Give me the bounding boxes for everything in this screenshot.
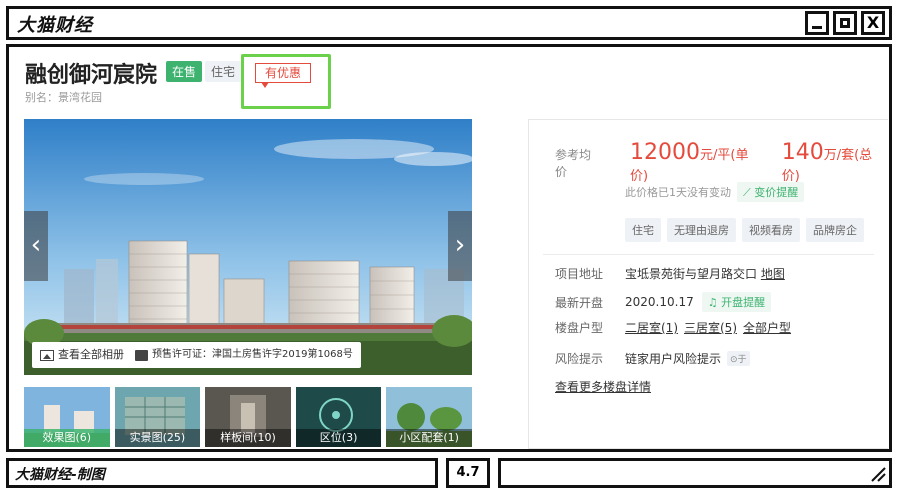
footer-caption: 大猫财经-制图 xyxy=(15,467,105,483)
opening-alert-label: 开盘提醒 xyxy=(721,296,766,309)
price-alert-label: 变价提醒 xyxy=(754,186,799,199)
layout-2br-link[interactable]: 二居室(1) xyxy=(625,319,678,336)
unit-price: 12000 xyxy=(630,140,701,165)
thumb-amenities[interactable]: 小区配套(1) xyxy=(386,387,472,447)
layout-3br-link[interactable]: 三居室(5) xyxy=(684,319,737,336)
trend-icon: ⟋ xyxy=(743,186,755,199)
prev-image-button[interactable]: ‹ xyxy=(24,211,48,281)
minimize-button[interactable] xyxy=(805,11,829,35)
presale-permit-button[interactable]: 预售许可证：津国土房售许字2019第1068号 xyxy=(127,342,361,368)
photo-gallery[interactable]: ‹ › 查看全部相册 预售许可证：津国土房售许字2019第1068号 xyxy=(24,119,472,375)
price-label: 参考均价 xyxy=(555,148,592,179)
address-value: 宝坻景苑街与望月路交口 xyxy=(625,267,758,281)
address-key: 项目地址 xyxy=(555,267,604,281)
content-panel: 融创御河宸院 在售 住宅 有优惠 别名：景湾花园 ‹ › 查看全部相册 预售许可… xyxy=(6,44,892,452)
window-controls: X xyxy=(805,11,885,35)
close-button[interactable]: X xyxy=(861,11,885,35)
project-title: 融创御河宸院 xyxy=(25,63,158,88)
thumb-real-photos[interactable]: 实景图(25) xyxy=(114,387,201,447)
risk-value[interactable]: 链家用户风险提示 xyxy=(625,350,721,367)
feature-tag: 视频看房 xyxy=(742,218,800,242)
thumb-location[interactable]: 区位(3) xyxy=(295,387,382,447)
permit-icon xyxy=(135,349,148,361)
gallery-thumbnails: 效果图(6) 实景图(25) 样板间(10) 区位(3) 小区配套(1) xyxy=(24,387,472,447)
price-row: 参考均价 12000元/平(单价) 140万/套(总价) xyxy=(555,140,888,184)
risk-badge: ⊙于 xyxy=(727,351,750,366)
divider xyxy=(543,254,874,255)
view-album-label: 查看全部相册 xyxy=(58,348,124,361)
opening-row: 最新开盘 2020.10.17 ♫ 开盘提醒 xyxy=(555,292,772,312)
feature-tags: 住宅 无理由退房 视频看房 品牌房企 xyxy=(625,218,864,242)
layout-row: 楼盘户型 二居室(1) 三居室(5) 全部户型 xyxy=(555,319,791,336)
bell-icon: ♫ xyxy=(707,296,722,309)
total-price: 140 xyxy=(781,140,824,165)
info-panel: 参考均价 12000元/平(单价) 140万/套(总价) 此价格已1天没有变动 … xyxy=(528,119,888,449)
promo-tag[interactable]: 有优惠 xyxy=(255,63,311,88)
thumb-label: 样板间(10) xyxy=(205,429,291,447)
risk-row: 风险提示 链家用户风险提示 ⊙于 xyxy=(555,350,750,367)
opening-alert-button[interactable]: ♫ 开盘提醒 xyxy=(701,292,772,312)
feature-tag: 品牌房企 xyxy=(806,218,864,242)
view-album-button[interactable]: 查看全部相册 xyxy=(32,342,132,368)
window-title: 大猫财经 xyxy=(17,15,93,36)
feature-tag: 住宅 xyxy=(625,218,661,242)
next-image-button[interactable]: › xyxy=(448,211,472,281)
thumb-showroom[interactable]: 样板间(10) xyxy=(205,387,291,447)
footer-caption-box: 大猫财经-制图 xyxy=(6,458,438,488)
title-bar: 大猫财经 X xyxy=(6,6,892,40)
map-link[interactable]: 地图 xyxy=(761,267,785,281)
layout-key: 楼盘户型 xyxy=(555,321,604,335)
thumb-renderings[interactable]: 效果图(6) xyxy=(24,387,110,447)
opening-date: 2020.10.17 xyxy=(625,295,694,309)
presale-permit-label: 预售许可证：津国土房售许字2019第1068号 xyxy=(152,349,353,360)
type-badge: 住宅 xyxy=(205,61,242,82)
rating-box: 4.7 xyxy=(446,458,490,488)
no-change-text: 此价格已1天没有变动 xyxy=(625,186,731,199)
status-bar xyxy=(498,458,892,488)
thumb-label: 效果图(6) xyxy=(24,429,110,447)
more-details-link[interactable]: 查看更多楼盘详情 xyxy=(555,378,651,395)
thumb-label: 小区配套(1) xyxy=(386,429,472,447)
thumb-label: 实景图(25) xyxy=(114,429,201,447)
price-change-row: 此价格已1天没有变动 ⟋ 变价提醒 xyxy=(625,182,805,202)
resize-grip-icon[interactable] xyxy=(870,466,886,482)
project-alias: 别名：景湾花园 xyxy=(25,91,102,104)
address-row: 项目地址 宝坻景苑街与望月路交口 地图 xyxy=(555,265,785,282)
feature-tag: 无理由退房 xyxy=(667,218,736,242)
status-badge: 在售 xyxy=(166,61,203,82)
rendering-image xyxy=(24,119,472,375)
picture-icon xyxy=(40,349,54,361)
layout-all-link[interactable]: 全部户型 xyxy=(743,319,791,336)
risk-key: 风险提示 xyxy=(555,352,604,366)
maximize-button[interactable] xyxy=(833,11,857,35)
price-alert-button[interactable]: ⟋ 变价提醒 xyxy=(737,182,805,202)
thumb-label: 区位(3) xyxy=(295,429,382,447)
app-frame: 大猫财经 X 融创御河宸院 在售 住宅 有优惠 别名：景湾花园 ‹ › 查看全部… xyxy=(0,0,900,498)
opening-key: 最新开盘 xyxy=(555,295,604,310)
